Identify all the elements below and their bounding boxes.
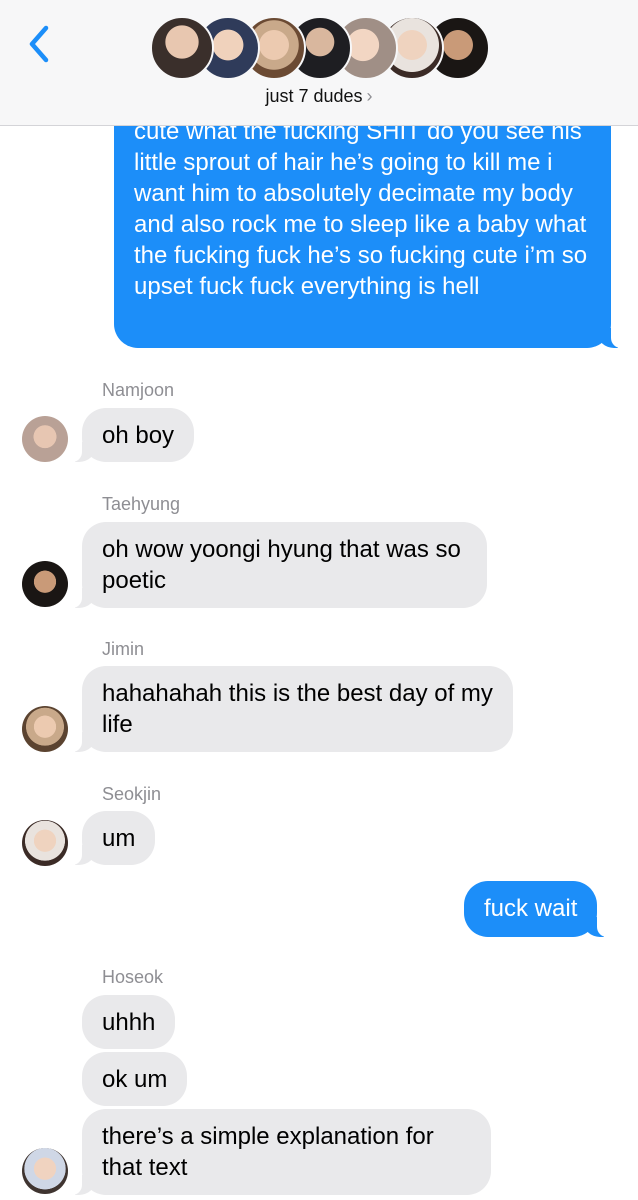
conversation-header: just 7 dudes › xyxy=(0,0,638,126)
sender-avatar[interactable] xyxy=(22,706,68,752)
sender-name: Namjoon xyxy=(102,380,175,400)
group-name-label: just 7 dudes xyxy=(265,86,363,106)
message-text: um xyxy=(102,825,136,852)
sender-name: Taehyung xyxy=(102,494,181,514)
message-text: uhhh xyxy=(102,1009,156,1036)
message-text: cute what the fucking SHIT do you see hi… xyxy=(134,118,588,300)
message-text: hahahahah this is the best day of my lif… xyxy=(102,680,493,738)
outgoing-message[interactable]: cute what the fucking SHIT do you see hi… xyxy=(114,98,621,348)
message-text: there’s a simple explanation for that te… xyxy=(102,1123,434,1181)
incoming-message[interactable]: ok um xyxy=(82,1052,188,1106)
back-button[interactable] xyxy=(22,22,58,66)
sender-name: Seokjin xyxy=(102,784,162,804)
message-text: oh wow yoongi hyung that was so poetic xyxy=(102,536,461,594)
sender-name: Jimin xyxy=(102,639,145,659)
outgoing-message[interactable]: fuck wait xyxy=(464,881,608,937)
member-avatar xyxy=(150,16,214,80)
sender-avatar[interactable] xyxy=(22,416,68,462)
group-avatars[interactable] xyxy=(150,16,490,80)
incoming-message[interactable]: oh wow yoongi hyung that was so poetic xyxy=(72,522,487,608)
chevron-right-icon: › xyxy=(366,86,373,106)
message-text: ok um xyxy=(102,1066,168,1093)
sender-avatar[interactable] xyxy=(22,1148,68,1194)
incoming-message[interactable]: oh boy xyxy=(71,408,195,462)
incoming-message[interactable]: there’s a simple explanation for that te… xyxy=(72,1109,491,1195)
group-name[interactable]: just 7 dudes › xyxy=(0,86,638,107)
incoming-message[interactable]: hahahahah this is the best day of my lif… xyxy=(72,666,513,752)
message-text: oh boy xyxy=(102,422,175,449)
sender-avatar[interactable] xyxy=(22,561,68,607)
sender-avatar[interactable] xyxy=(22,820,68,866)
message-text: fuck wait xyxy=(484,895,578,922)
chevron-left-icon xyxy=(29,25,49,63)
incoming-message[interactable]: um xyxy=(71,811,156,865)
sender-name: Hoseok xyxy=(102,967,164,987)
incoming-message[interactable]: uhhh xyxy=(82,995,176,1049)
